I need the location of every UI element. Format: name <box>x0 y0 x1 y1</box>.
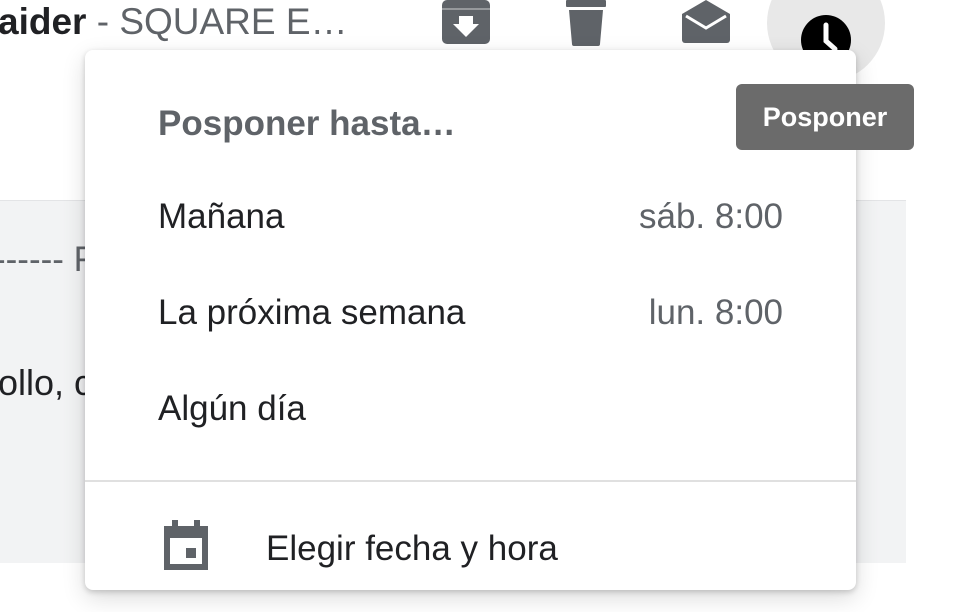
snooze-tooltip: Posponer <box>736 84 914 150</box>
option-label: Mañana <box>158 197 285 236</box>
option-time: sáb. 8:00 <box>639 197 783 236</box>
mail-sender-subject[interactable]: aider - SQUARE E… <box>0 2 348 42</box>
menu-divider <box>85 480 856 482</box>
option-label: Elegir fecha y hora <box>266 529 558 568</box>
subject-separator: - <box>86 1 120 42</box>
mail-body-snippet: ollo, c <box>0 362 93 403</box>
archive-icon <box>442 0 490 44</box>
subject-text: SQUARE E… <box>119 1 348 42</box>
mark-read-button[interactable] <box>678 0 734 50</box>
option-label: La próxima semana <box>158 293 466 332</box>
snooze-option-next-week[interactable]: La próxima semana lun. 8:00 <box>85 268 856 364</box>
snooze-menu-title: Posponer hasta… <box>158 104 456 143</box>
snooze-option-tomorrow[interactable]: Mañana sáb. 8:00 <box>85 172 856 268</box>
archive-button[interactable] <box>438 0 494 50</box>
snooze-option-pick-date-time[interactable]: Elegir fecha y hora <box>85 502 856 612</box>
option-label: Algún día <box>158 389 306 428</box>
mark-read-icon <box>682 0 730 43</box>
snooze-option-someday[interactable]: Algún día <box>85 364 856 460</box>
option-time: lun. 8:00 <box>648 293 783 332</box>
delete-icon <box>566 0 606 46</box>
delete-button[interactable] <box>558 0 614 50</box>
sender-name: aider <box>0 1 87 42</box>
forward-divider-text: ------ F <box>0 240 96 279</box>
